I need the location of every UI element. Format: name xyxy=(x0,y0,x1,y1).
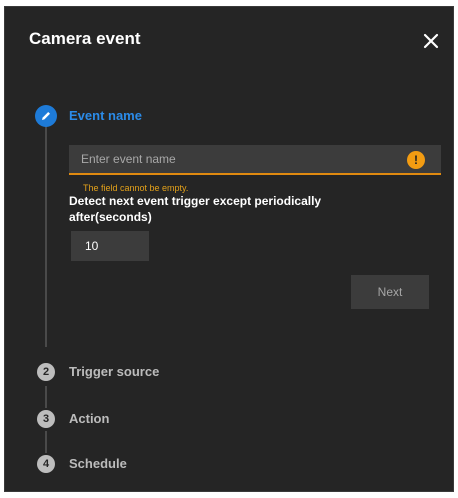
next-button[interactable]: Next xyxy=(351,275,429,309)
step-3-indicator: 3 xyxy=(37,410,55,428)
step-4-label[interactable]: Schedule xyxy=(69,456,127,471)
step-connector xyxy=(45,386,47,408)
step-3-label[interactable]: Action xyxy=(69,411,109,426)
step-2-label[interactable]: Trigger source xyxy=(69,364,159,379)
step-2-indicator: 2 xyxy=(37,363,55,381)
event-name-field-wrapper xyxy=(69,145,441,175)
step-connector xyxy=(45,125,47,347)
step-1-indicator xyxy=(35,105,57,127)
close-icon[interactable] xyxy=(421,31,441,51)
step-1-label[interactable]: Event name xyxy=(69,108,142,123)
event-name-input[interactable] xyxy=(69,145,399,173)
step-connector xyxy=(45,431,47,453)
pencil-icon xyxy=(42,112,50,120)
warning-icon: ! xyxy=(407,151,425,169)
step-4-indicator: 4 xyxy=(37,455,55,473)
detect-trigger-label: Detect next event trigger except periodi… xyxy=(69,194,322,224)
seconds-input[interactable] xyxy=(71,231,149,261)
dialog-title: Camera event xyxy=(29,29,141,48)
camera-event-dialog: Camera event Event name ! The field cann… xyxy=(4,6,454,492)
close-icon-glyph xyxy=(423,33,439,49)
event-name-error: The field cannot be empty. xyxy=(83,183,189,193)
seconds-field-wrapper xyxy=(71,231,149,261)
